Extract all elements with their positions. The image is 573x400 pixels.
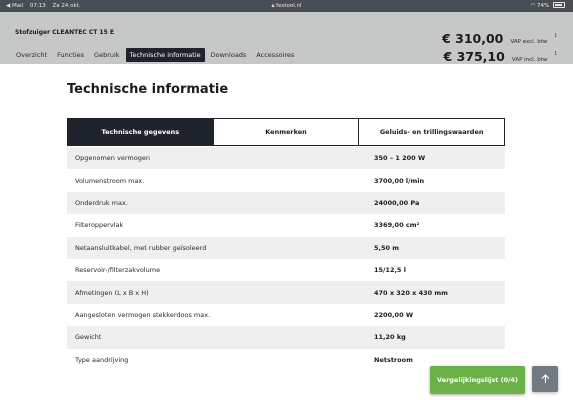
spec-label: Reservoir-/filterzakvolume (75, 266, 161, 275)
tab-kenmerken[interactable]: Kenmerken (212, 119, 359, 145)
price-excl-vat: € 310,00 VAP excl. btw 1 (442, 28, 557, 47)
product-name: Stofzuiger CLEANTEC CT 15 E (15, 29, 114, 36)
price-incl-vat: € 375,10 VAP incl. btw 1 (444, 46, 557, 65)
spec-label: Onderdruk max. (75, 198, 128, 207)
spec-value: 470 x 320 x 430 mm (374, 288, 448, 297)
back-to-top-button[interactable] (532, 366, 558, 392)
spec-label: Gewicht (75, 333, 102, 342)
table-row: Afmetingen (L x B x H) 470 x 320 x 430 mm (67, 281, 505, 304)
table-row: Gewicht 11,20 kg (67, 326, 505, 349)
spec-label: Afmetingen (L x B x H) (75, 288, 149, 297)
table-row: Aangesloten vermogen stekkerdoos max. 220… (67, 304, 505, 326)
tab-geluids-trillingswaarden[interactable]: Geluids- en trillingswaarden (358, 119, 504, 145)
product-header: Stofzuiger CLEANTEC CT 15 E Overzicht Fu… (0, 12, 573, 64)
spec-value: 2200,00 W (374, 310, 414, 319)
spec-value: 3369,00 cm² (374, 221, 420, 230)
url-bar[interactable]: 🔒︎ festool.nl (0, 0, 573, 12)
price-incl-label: VAP incl. btw (511, 57, 548, 63)
spec-value: 3700,00 l/min (374, 176, 425, 185)
ios-status-bar: ◀ Mail 07:13 Za 24 okt. 🔒︎ festool.nl ◠ … (0, 0, 573, 12)
spec-value: 5,50 m (374, 243, 400, 252)
spec-label: Aangesloten vermogen stekkerdoos max. (75, 310, 211, 319)
nav-overzicht[interactable]: Overzicht (12, 48, 51, 62)
table-row: Onderdruk max. 24000,00 Pa (67, 191, 505, 215)
spec-tabs: Technische gegevens Kenmerken Geluids- e… (67, 118, 505, 146)
url-text: festool.nl (276, 3, 302, 9)
price-footnote: 1 (554, 50, 557, 56)
nav-technische-informatie[interactable]: Technische informatie (125, 48, 205, 62)
spec-label: Netaansluitkabel, met rubber geïsoleerd (75, 243, 207, 252)
table-row: Opgenomen vermogen 350 – 1 200 W (67, 147, 505, 170)
nav-functies[interactable]: Functies (53, 48, 88, 62)
nav-downloads[interactable]: Downloads (207, 48, 251, 62)
spec-label: Volumenstroom max. (75, 176, 145, 185)
table-row: Filteroppervlak 3369,00 cm² (67, 214, 505, 236)
price-footnote: 1 (554, 32, 557, 38)
spec-value: 350 – 1 200 W (374, 154, 426, 163)
spec-label: Opgenomen vermogen (75, 154, 150, 163)
spec-value: 11,20 kg (374, 333, 406, 342)
spec-label: Filteroppervlak (75, 221, 124, 230)
table-row: Netaansluitkabel, met rubber geïsoleerd 5… (67, 236, 505, 259)
spec-value: 15/12,5 l (374, 266, 406, 275)
nav-accessoires[interactable]: Accessoires (252, 48, 298, 62)
spec-value: 24000,00 Pa (374, 198, 420, 207)
table-row: Reservoir-/filterzakvolume 15/12,5 l (67, 259, 505, 281)
price-excl-label: VAP excl. btw (510, 39, 548, 45)
spec-value: Netstroom (374, 355, 413, 364)
nav-gebruik[interactable]: Gebruik (90, 48, 124, 62)
tab-technische-gegevens[interactable]: Technische gegevens (68, 119, 213, 145)
price-excl-amount: € 310,00 (442, 31, 504, 46)
battery-percent: 74% (537, 3, 550, 9)
wifi-icon: ◠ (530, 3, 536, 9)
product-nav: Overzicht Functies Gebruik Technische in… (12, 48, 298, 62)
arrow-up-icon (541, 374, 549, 383)
price-incl-amount: € 375,10 (443, 49, 505, 64)
spec-label: Type aandrijving (75, 355, 129, 364)
table-row: Volumenstroom max. 3700,00 l/min (67, 169, 505, 191)
page-title: Technische informatie (67, 82, 229, 97)
lock-icon: 🔒︎ (271, 3, 275, 9)
battery-icon (553, 2, 565, 8)
compare-list-button[interactable]: Vergelijkingslijst (0/4) (430, 366, 525, 394)
spec-table: Opgenomen vermogen 350 – 1 200 W Volumens… (67, 147, 505, 371)
